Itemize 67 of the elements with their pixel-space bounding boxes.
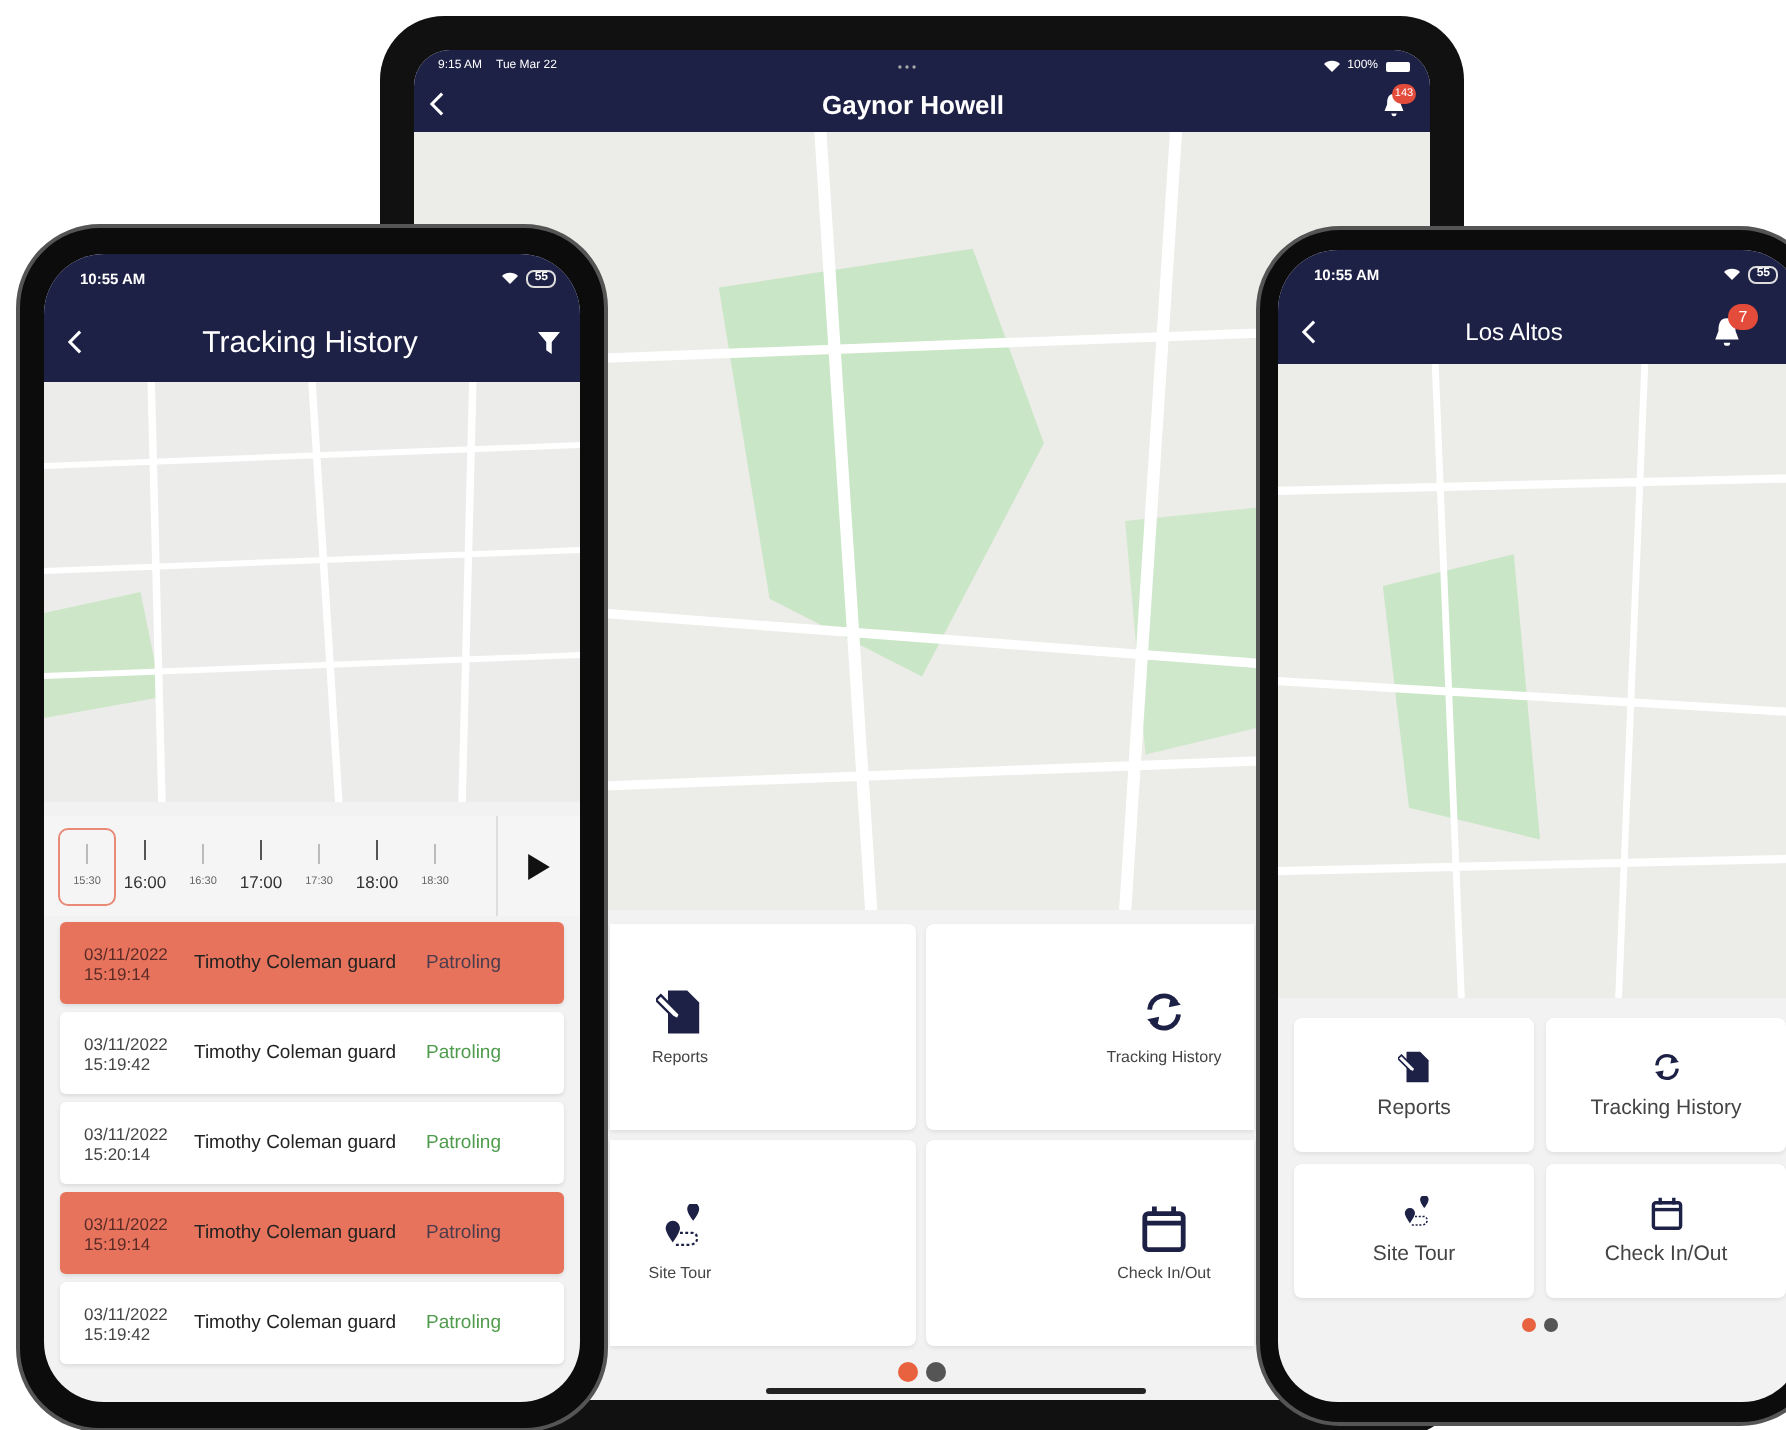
timeline-tick[interactable]: 16:00 (116, 827, 174, 905)
tile-label: Reports (651, 1048, 708, 1066)
menu-tile[interactable]: Reports (610, 924, 916, 1130)
page-dot[interactable] (1522, 1318, 1536, 1332)
menu-tile[interactable]: Check In/Out (1546, 1164, 1786, 1298)
tile-label: Tracking History (1590, 1096, 1742, 1120)
tile-label: Check In/Out (1604, 1242, 1728, 1266)
history-row[interactable]: 03/11/2022 15:20:14 Timothy Coleman guard Patroling (60, 1102, 564, 1184)
calendar-icon (1649, 1196, 1683, 1230)
status-label: Patroling (426, 1222, 501, 1244)
page-dot[interactable] (898, 1362, 918, 1382)
tile-label: Tracking History (1106, 1048, 1222, 1066)
menu-tile[interactable]: Tracking History (1546, 1018, 1786, 1152)
document-pencil-icon (1397, 1050, 1431, 1084)
row-time: 15:19:42 (84, 1323, 153, 1343)
row-date: 03/11/2022 (84, 1213, 170, 1233)
menu-tile[interactable]: Reports (1294, 1018, 1534, 1152)
page-dot[interactable] (1544, 1318, 1558, 1332)
menu-tile[interactable]: Site Tour (1294, 1164, 1534, 1298)
wifi-icon (502, 272, 519, 284)
tile-label: Site Tour (648, 1264, 712, 1282)
filter-icon[interactable] (538, 331, 560, 353)
wifi-icon (1323, 60, 1340, 72)
status-label: Patroling (426, 1042, 501, 1064)
guard-name: Timothy Coleman guard (194, 1042, 399, 1064)
calendar-icon (1140, 1204, 1188, 1252)
timeline-tick[interactable]: 18:00 (348, 827, 406, 905)
row-time: 15:20:14 (84, 1143, 153, 1163)
menu-tile[interactable]: Tracking History (926, 924, 1254, 1130)
row-date: 03/11/2022 (84, 943, 170, 963)
page-dot[interactable] (926, 1362, 946, 1382)
row-date: 03/11/2022 (84, 1303, 170, 1323)
back-icon[interactable] (68, 330, 82, 354)
tile-label: Check In/Out (1117, 1264, 1211, 1282)
history-row[interactable]: 03/11/2022 15:19:14 Timothy Coleman guard Patroling (60, 1192, 564, 1274)
row-time: 15:19:42 (84, 1053, 153, 1073)
sync-icon (1649, 1050, 1683, 1084)
menu-tile[interactable]: Check In/Out (926, 1140, 1254, 1346)
screen-title: Los Altos (1463, 317, 1565, 345)
more-dots-icon (897, 63, 916, 69)
row-date: 03/11/2022 (84, 1033, 170, 1053)
status-label: Patroling (426, 1132, 501, 1154)
status-label: Patroling (426, 952, 501, 974)
tile-label: Site Tour (1372, 1242, 1456, 1266)
guard-name: Timothy Coleman guard (194, 1312, 399, 1334)
timeline-tick[interactable]: 17:00 (232, 827, 290, 905)
wifi-icon (1724, 268, 1741, 280)
tile-label: Reports (1377, 1096, 1451, 1120)
screen-title: Tracking History (200, 325, 420, 359)
status-label: Patroling (426, 1312, 501, 1334)
menu-tile[interactable]: Site Tour (610, 1140, 916, 1346)
notification-badge: 7 (1728, 303, 1758, 329)
battery-icon (1386, 61, 1410, 71)
row-date: 03/11/2022 (84, 1123, 170, 1143)
guard-name: Timothy Coleman guard (194, 952, 399, 974)
guard-name: Timothy Coleman guard (194, 1132, 399, 1154)
history-row[interactable]: 03/11/2022 15:19:14 Timothy Coleman guard Patroling (60, 922, 564, 1004)
history-row[interactable]: 03/11/2022 15:19:42 Timothy Coleman guard Patroling (60, 1012, 564, 1094)
row-time: 15:19:14 (84, 1233, 153, 1253)
history-row[interactable]: 03/11/2022 15:19:42 Timothy Coleman guard Patroling (60, 1282, 564, 1364)
back-icon[interactable] (430, 92, 444, 116)
screen-title: Gaynor Howell (819, 89, 1007, 119)
document-pencil-icon (656, 988, 704, 1036)
row-time: 15:19:14 (84, 963, 153, 983)
back-icon[interactable] (1302, 319, 1316, 343)
play-icon[interactable] (528, 853, 550, 879)
guard-name: Timothy Coleman guard (194, 1222, 399, 1244)
